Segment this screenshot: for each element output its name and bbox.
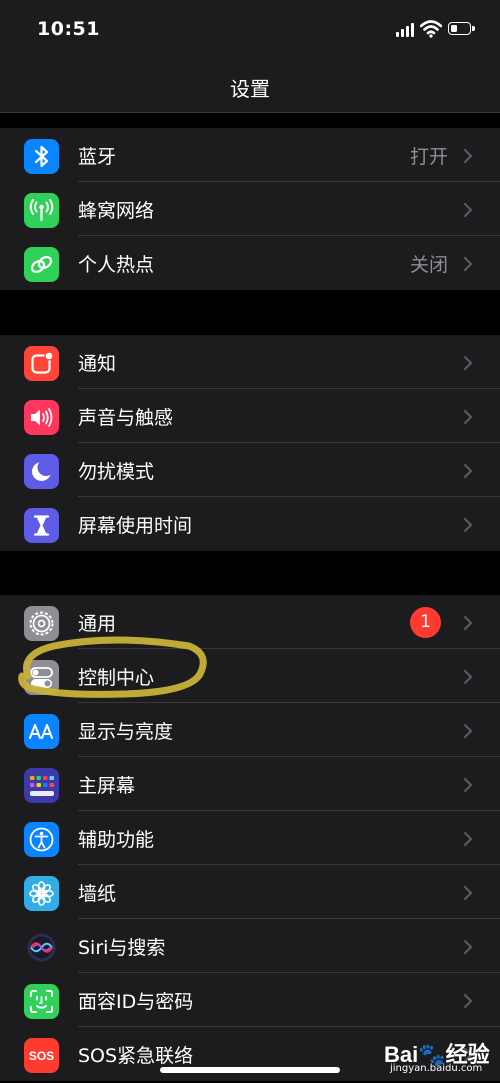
settings-group-connectivity: 蓝牙 打开 蜂窝网络 个人热点 关闭 bbox=[0, 128, 500, 290]
row-value: 打开 bbox=[409, 146, 448, 168]
chevron-right-icon bbox=[463, 831, 473, 847]
status-bar: 10:51 bbox=[0, 0, 500, 62]
settings-row-siri[interactable]: Siri与搜索 bbox=[0, 919, 500, 973]
hourglass-icon bbox=[24, 508, 59, 543]
baidu-watermark: Bai🐾经验 jingyan.baidu.com bbox=[384, 1035, 496, 1079]
nav-bar: 设置 bbox=[0, 62, 500, 113]
highlight-annotation bbox=[18, 636, 207, 698]
row-label: 声音与触感 bbox=[78, 407, 174, 429]
chevron-right-icon bbox=[463, 256, 473, 272]
battery-icon bbox=[448, 22, 476, 37]
row-label: 面容ID与密码 bbox=[78, 991, 194, 1013]
row-label: 勿扰模式 bbox=[78, 461, 155, 483]
notifications-icon bbox=[24, 346, 59, 381]
chevron-right-icon bbox=[463, 723, 473, 739]
row-label: 通用 bbox=[78, 613, 117, 635]
settings-row-wallpaper[interactable]: 墙纸 bbox=[0, 865, 500, 919]
chevron-right-icon bbox=[463, 409, 473, 425]
chevron-right-icon bbox=[463, 148, 473, 164]
settings-row-display[interactable]: 显示与亮度 bbox=[0, 703, 500, 757]
chevron-right-icon bbox=[463, 517, 473, 533]
row-label: 蓝牙 bbox=[78, 146, 117, 168]
chevron-right-icon bbox=[463, 355, 473, 371]
row-label: 通知 bbox=[78, 353, 117, 375]
settings-row-face-id[interactable]: 面容ID与密码 bbox=[0, 973, 500, 1027]
settings-group-notifications: 通知 声音与触感 勿扰模式 屏幕使用时间 bbox=[0, 335, 500, 551]
settings-row-notifications[interactable]: 通知 bbox=[0, 335, 500, 389]
bluetooth-icon bbox=[24, 139, 59, 174]
row-label: 屏幕使用时间 bbox=[78, 515, 193, 537]
wifi-icon bbox=[420, 20, 442, 38]
chevron-right-icon bbox=[463, 463, 473, 479]
notification-badge: 1 bbox=[410, 607, 441, 638]
speaker-icon bbox=[24, 400, 59, 435]
row-value: 关闭 bbox=[409, 254, 448, 276]
chevron-right-icon bbox=[463, 885, 473, 901]
hotspot-chain-icon bbox=[24, 247, 59, 282]
settings-row-sounds[interactable]: 声音与触感 bbox=[0, 389, 500, 443]
status-time: 10:51 bbox=[37, 18, 100, 40]
settings-row-accessibility[interactable]: 辅助功能 bbox=[0, 811, 500, 865]
row-label: 显示与亮度 bbox=[78, 721, 174, 743]
watermark-url: jingyan.baidu.com bbox=[390, 1063, 483, 1074]
settings-row-bluetooth[interactable]: 蓝牙 打开 bbox=[0, 128, 500, 182]
face-id-icon bbox=[24, 984, 59, 1019]
chevron-right-icon bbox=[463, 939, 473, 955]
settings-row-home-screen[interactable]: 主屏幕 bbox=[0, 757, 500, 811]
accessibility-icon bbox=[24, 822, 59, 857]
settings-row-cellular[interactable]: 蜂窝网络 bbox=[0, 182, 500, 236]
text-size-icon bbox=[24, 714, 59, 749]
row-label: 主屏幕 bbox=[78, 775, 136, 797]
svg-text:SOS: SOS bbox=[29, 1049, 54, 1063]
row-label: 蜂窝网络 bbox=[78, 200, 155, 222]
cellular-signal-icon bbox=[396, 23, 416, 37]
chevron-right-icon bbox=[463, 202, 473, 218]
row-label: Siri与搜索 bbox=[78, 937, 166, 959]
chevron-right-icon bbox=[463, 777, 473, 793]
chevron-right-icon bbox=[463, 669, 473, 685]
app-grid-icon bbox=[24, 768, 59, 803]
settings-row-screen-time[interactable]: 屏幕使用时间 bbox=[0, 497, 500, 551]
chevron-right-icon bbox=[463, 615, 473, 631]
row-label: 墙纸 bbox=[78, 883, 117, 905]
settings-row-hotspot[interactable]: 个人热点 关闭 bbox=[0, 236, 500, 290]
flower-icon bbox=[24, 876, 59, 911]
chevron-right-icon bbox=[463, 993, 473, 1009]
sos-icon: SOS bbox=[24, 1038, 59, 1073]
row-label: 个人热点 bbox=[78, 254, 155, 276]
settings-row-do-not-disturb[interactable]: 勿扰模式 bbox=[0, 443, 500, 497]
siri-icon bbox=[24, 930, 59, 965]
home-indicator bbox=[160, 1067, 340, 1073]
row-label: SOS紧急联络 bbox=[78, 1045, 194, 1067]
row-label: 辅助功能 bbox=[78, 829, 155, 851]
page-title: 设置 bbox=[230, 77, 270, 101]
cellular-antenna-icon bbox=[24, 193, 59, 228]
moon-icon bbox=[24, 454, 59, 489]
